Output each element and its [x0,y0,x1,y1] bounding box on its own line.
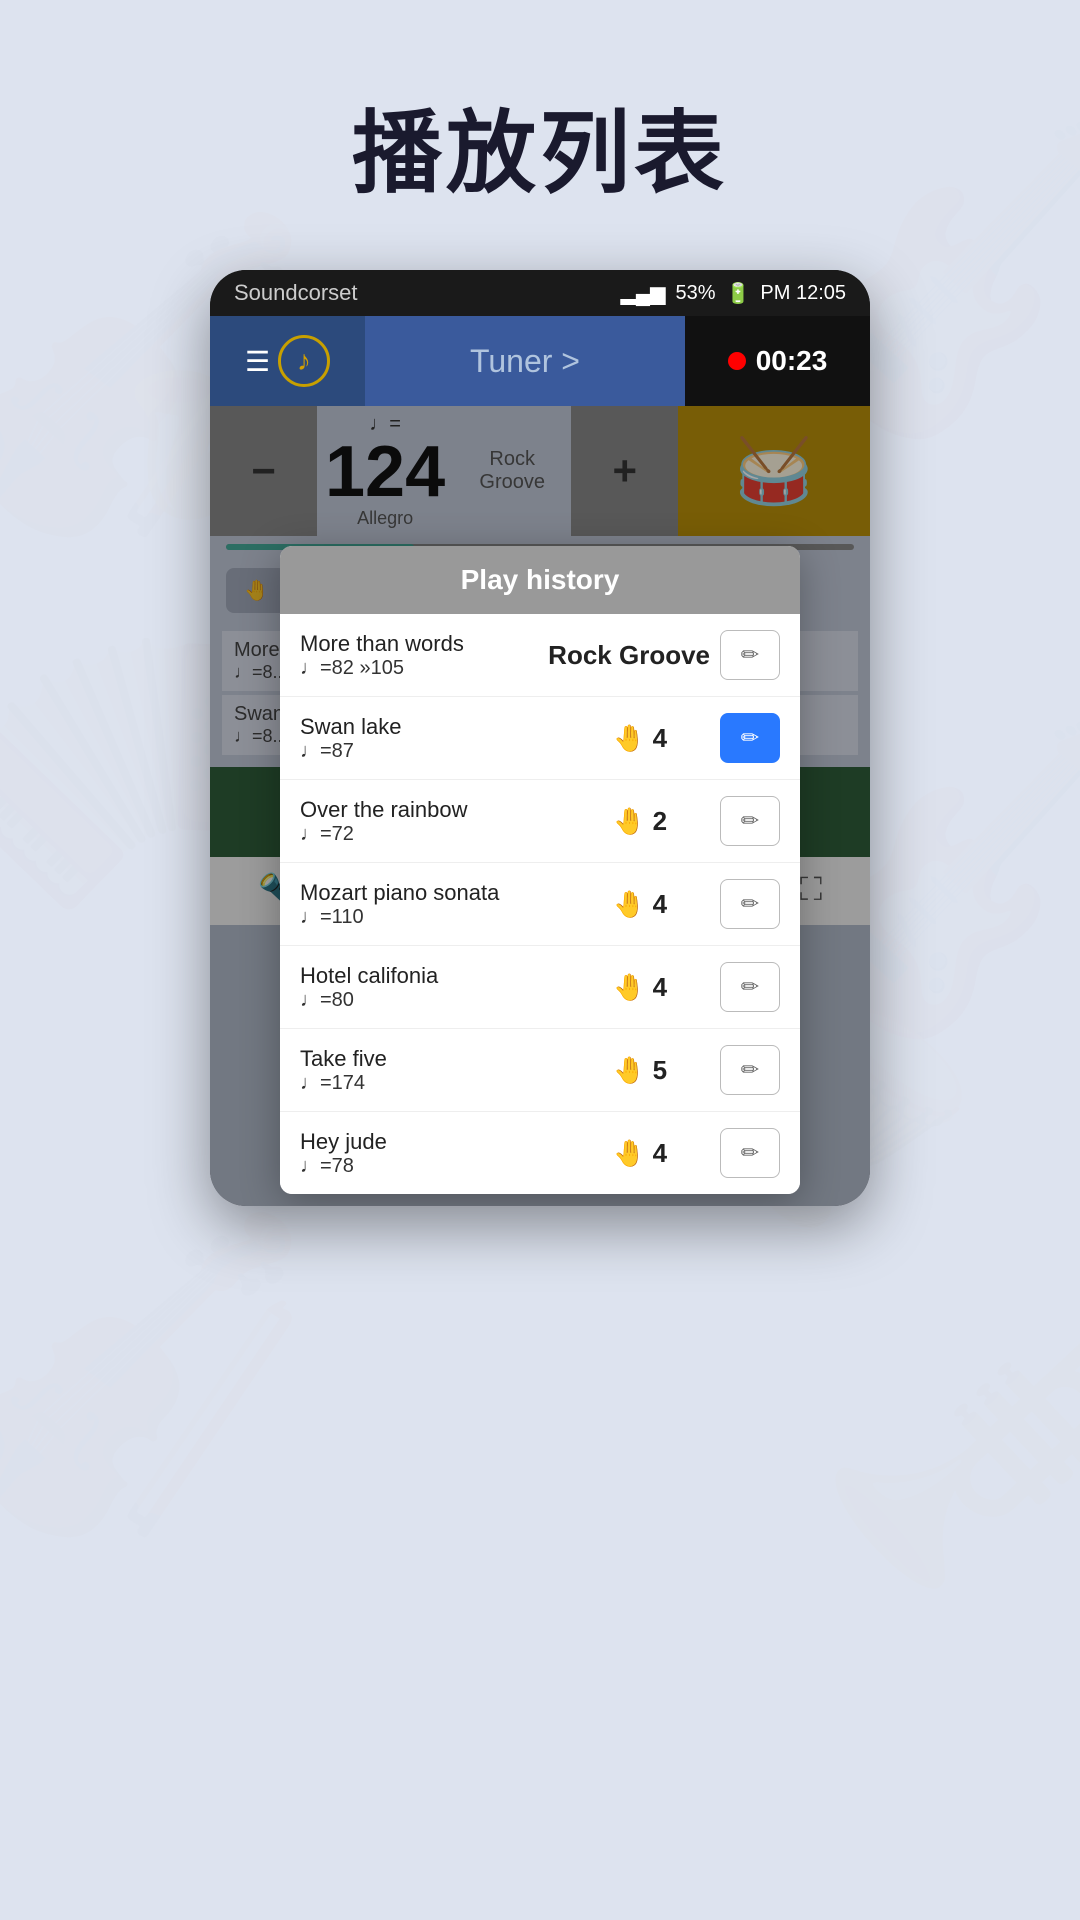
history-row-4[interactable]: Mozart piano sonata ♩=110 🤚 4 ✏ [280,863,800,946]
history-title-2: Swan lake [300,714,560,740]
history-tag-5: 🤚 4 [570,972,710,1003]
record-time: 00:23 [756,345,828,377]
app-name: Soundcorset [234,280,358,306]
history-title-1: More than words [300,631,538,657]
history-edit-btn-6[interactable]: ✏ [720,1045,780,1095]
top-bar: ☰ ♪ Tuner > 00:23 [210,316,870,406]
history-bpm-6: ♩=174 [300,1072,560,1095]
page-title: 播放列表 [0,0,1080,270]
history-bpm-1: ♩=82 »105 [300,657,538,680]
music-note-circle: ♪ [278,335,330,387]
history-tag-1: Rock Groove [548,640,710,671]
status-bar: Soundcorset ▂▄▆ 53% 🔋 PM 12:05 [210,270,870,316]
history-row-7[interactable]: Hey jude ♩=78 🤚 4 ✏ [280,1112,800,1194]
history-title-6: Take five [300,1046,560,1072]
history-bpm-5: ♩=80 [300,989,560,1012]
history-title-4: Mozart piano sonata [300,880,560,906]
main-area: − ♩= 124 Allegro RockGroove + 🥁 🤚 [210,406,870,1206]
battery-icon: 🔋 [725,281,750,306]
history-edit-btn-4[interactable]: ✏ [720,879,780,929]
history-tag-4: 🤚 4 [570,889,710,920]
menu-button[interactable]: ☰ ♪ [210,316,365,406]
record-button[interactable]: 00:23 [685,316,870,406]
music-note-icon: ♪ [297,345,311,377]
modal-overlay: Play history More than words ♩=82 »105 R… [210,406,870,1206]
history-edit-btn-5[interactable]: ✏ [720,962,780,1012]
history-row-6[interactable]: Take five ♩=174 🤚 5 ✏ [280,1029,800,1112]
history-title-3: Over the rainbow [300,797,560,823]
modal-body: More than words ♩=82 »105 Rock Groove ✏ … [280,614,800,1194]
history-title-5: Hotel califonia [300,963,560,989]
history-bpm-7: ♩=78 [300,1155,560,1178]
history-tag-7: 🤚 4 [570,1138,710,1169]
battery-percent: 53% [675,282,715,305]
history-edit-btn-3[interactable]: ✏ [720,796,780,846]
history-row-1[interactable]: More than words ♩=82 »105 Rock Groove ✏ [280,614,800,697]
status-time: PM 12:05 [760,282,846,305]
history-tag-6: 🤚 5 [570,1055,710,1086]
phone-frame: Soundcorset ▂▄▆ 53% 🔋 PM 12:05 ☰ ♪ Tuner… [210,270,870,1206]
history-edit-btn-2[interactable]: ✏ [720,713,780,763]
history-edit-btn-7[interactable]: ✏ [720,1128,780,1178]
hamburger-icon: ☰ [245,345,270,378]
signal-icon: ▂▄▆ [621,281,666,306]
tuner-label: Tuner > [470,343,580,380]
history-row-5[interactable]: Hotel califonia ♩=80 🤚 4 ✏ [280,946,800,1029]
play-history-modal: Play history More than words ♩=82 »105 R… [280,546,800,1194]
history-title-7: Hey jude [300,1129,560,1155]
history-row-3[interactable]: Over the rainbow ♩=72 🤚 2 ✏ [280,780,800,863]
record-dot-icon [728,352,746,370]
history-bpm-3: ♩=72 [300,823,560,846]
modal-title: Play history [280,546,800,614]
history-row-2[interactable]: Swan lake ♩=87 🤚 4 ✏ [280,697,800,780]
history-edit-btn-1[interactable]: ✏ [720,630,780,680]
history-tag-3: 🤚 2 [570,806,710,837]
history-tag-2: 🤚 4 [570,723,710,754]
history-bpm-4: ♩=110 [300,906,560,929]
tuner-button[interactable]: Tuner > [365,316,685,406]
history-bpm-2: ♩=87 [300,740,560,763]
